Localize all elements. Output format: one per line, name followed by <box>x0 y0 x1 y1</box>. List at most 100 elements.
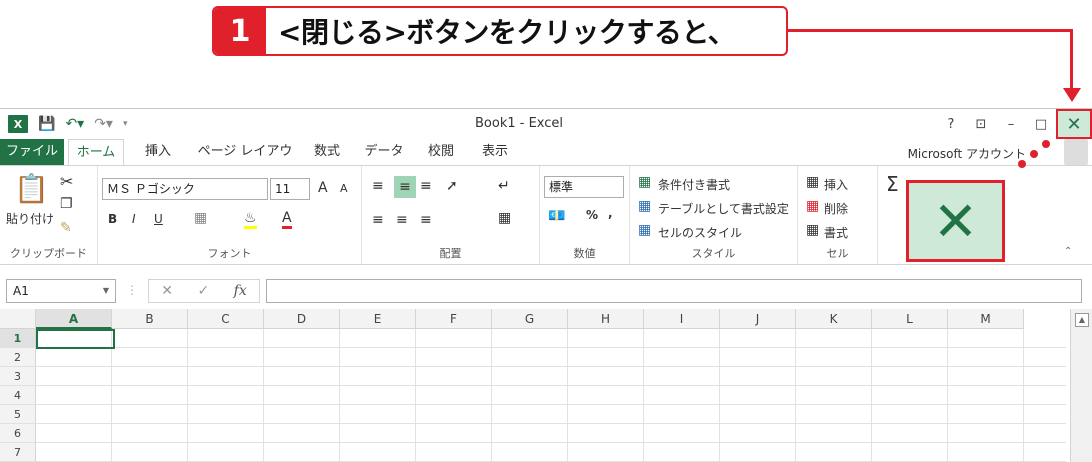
orientation-icon[interactable]: ➚ <box>446 178 458 194</box>
row-header[interactable]: 4 <box>0 386 36 405</box>
underline-button[interactable]: U <box>154 212 163 226</box>
row-header[interactable]: 1 <box>0 329 36 348</box>
autosum-button[interactable]: Σ <box>886 172 899 196</box>
tab-formulas[interactable]: 数式 <box>304 139 350 165</box>
align-left-icon[interactable]: ≡ <box>372 212 384 228</box>
callout-text: <閉じる>ボタンをクリックすると、 <box>278 16 736 49</box>
paste-button[interactable]: 貼り付け <box>6 210 54 227</box>
borders-icon[interactable]: ▦ <box>194 210 207 226</box>
currency-icon[interactable]: 💶 <box>548 208 565 224</box>
column-header[interactable]: D <box>264 309 340 329</box>
confirm-entry-button[interactable]: ✓ <box>197 283 209 299</box>
avatar[interactable] <box>1064 139 1088 165</box>
wrap-text-icon[interactable]: ↵ <box>498 178 510 194</box>
gridline <box>36 347 1066 348</box>
redo-icon[interactable]: ↷▾ <box>94 115 113 133</box>
column-header[interactable]: J <box>720 309 796 329</box>
font-name-select[interactable]: ＭＳ Ｐゴシック <box>102 178 268 200</box>
ribbon-display-options-button[interactable]: ⊡ <box>966 109 996 139</box>
arrow-down-icon <box>1063 88 1081 102</box>
step-number-badge: 1 <box>214 8 266 54</box>
select-all-corner[interactable] <box>0 309 36 329</box>
tab-insert[interactable]: 挿入 <box>130 139 186 165</box>
formula-input[interactable] <box>266 279 1082 303</box>
cells-group: 挿入 削除 書式 ▦ ▦ ▦ セル <box>798 166 878 264</box>
format-as-table-button[interactable]: テーブルとして書式設定 <box>658 200 789 217</box>
account-link[interactable]: Microsoft アカウント <box>908 145 1026 162</box>
merge-cells-icon[interactable]: ▦ <box>498 210 511 226</box>
help-button[interactable]: ? <box>936 109 966 139</box>
format-painter-icon[interactable]: ✎ <box>60 220 72 236</box>
step-callout: 1 <閉じる>ボタンをクリックすると、 <box>212 6 788 56</box>
active-cell[interactable] <box>36 329 115 349</box>
customize-qat-icon[interactable]: ▾ <box>123 115 128 133</box>
grow-font-button[interactable]: A <box>318 180 328 196</box>
collapse-ribbon-icon[interactable]: ⌃ <box>1064 246 1072 257</box>
row-header[interactable]: 7 <box>0 443 36 462</box>
font-color-icon[interactable]: A <box>282 210 292 229</box>
column-header[interactable]: A <box>36 309 112 329</box>
minimize-button[interactable]: – <box>996 109 1026 139</box>
row-header[interactable]: 5 <box>0 405 36 424</box>
tab-home[interactable]: ホーム <box>68 139 124 166</box>
quick-access-toolbar: X 💾 ↶▾ ↷▾ ▾ <box>8 115 128 133</box>
scroll-up-icon[interactable]: ▲ <box>1075 313 1089 327</box>
cell-styles-button[interactable]: セルのスタイル <box>658 224 742 241</box>
align-bottom-icon[interactable]: ≡ <box>420 178 432 194</box>
insert-function-button[interactable]: fx <box>234 283 247 299</box>
shrink-font-button[interactable]: A <box>340 182 348 195</box>
column-header[interactable]: E <box>340 309 416 329</box>
column-header[interactable]: G <box>492 309 568 329</box>
align-center-icon[interactable]: ≡ <box>396 212 408 228</box>
row-header[interactable]: 2 <box>0 348 36 367</box>
bold-button[interactable]: B <box>108 212 117 226</box>
paste-icon[interactable]: 📋 <box>14 172 49 205</box>
copy-icon[interactable]: ❐ <box>60 196 73 212</box>
conditional-formatting-icon: ▦ <box>638 174 652 190</box>
name-box[interactable]: A1 ▼ <box>6 279 116 303</box>
styles-group: 条件付き書式 テーブルとして書式設定 セルのスタイル ▦ ▦ ▦ スタイル <box>630 166 798 264</box>
maximize-button[interactable]: □ <box>1026 109 1056 139</box>
close-button[interactable]: ✕ <box>1056 109 1092 139</box>
cancel-entry-button[interactable]: ✕ <box>161 283 173 299</box>
row-header[interactable]: 6 <box>0 424 36 443</box>
fill-color-icon[interactable]: ♨ <box>244 210 257 229</box>
tab-file[interactable]: ファイル <box>0 139 64 165</box>
gridline <box>36 404 1066 405</box>
column-header[interactable]: I <box>644 309 720 329</box>
insert-cells-button[interactable]: 挿入 <box>824 176 848 193</box>
zoomed-close-button: ✕ <box>906 180 1005 262</box>
column-header[interactable]: B <box>112 309 188 329</box>
conditional-formatting-button[interactable]: 条件付き書式 <box>658 176 730 193</box>
column-header[interactable]: K <box>796 309 872 329</box>
percent-button[interactable]: % <box>586 208 598 222</box>
chevron-down-icon[interactable]: ▼ <box>103 280 109 302</box>
tab-page-layout[interactable]: ページ レイアウト <box>192 139 298 185</box>
font-size-select[interactable]: 11 <box>270 178 310 200</box>
column-header[interactable]: C <box>188 309 264 329</box>
column-header[interactable]: F <box>416 309 492 329</box>
name-box-value: A1 <box>13 284 29 298</box>
tab-data[interactable]: データ <box>356 139 412 165</box>
row-header[interactable]: 3 <box>0 367 36 386</box>
worksheet-grid[interactable]: ▲ ABCDEFGHIJKLM 1234567 <box>0 309 1092 462</box>
format-cells-button[interactable]: 書式 <box>824 224 848 241</box>
align-right-icon[interactable]: ≡ <box>420 212 432 228</box>
clipboard-group: 📋 貼り付け ✂ ❐ ✎ クリップボード <box>0 166 98 264</box>
column-header[interactable]: H <box>568 309 644 329</box>
vertical-scrollbar[interactable]: ▲ <box>1070 309 1092 462</box>
clipboard-group-label: クリップボード <box>10 247 87 260</box>
number-format-select[interactable]: 標準 <box>544 176 624 198</box>
align-middle-icon[interactable]: ≡ <box>394 176 416 198</box>
column-header[interactable]: M <box>948 309 1024 329</box>
align-top-icon[interactable]: ≡ <box>372 178 384 194</box>
column-header[interactable]: L <box>872 309 948 329</box>
delete-cells-button[interactable]: 削除 <box>824 200 848 217</box>
cut-icon[interactable]: ✂ <box>60 172 73 191</box>
undo-icon[interactable]: ↶▾ <box>65 115 84 133</box>
comma-button[interactable]: , <box>608 206 613 220</box>
save-icon[interactable]: 💾 <box>38 115 55 133</box>
tab-view[interactable]: 表示 <box>472 139 518 165</box>
tab-review[interactable]: 校閲 <box>418 139 464 165</box>
italic-button[interactable]: I <box>132 212 136 226</box>
